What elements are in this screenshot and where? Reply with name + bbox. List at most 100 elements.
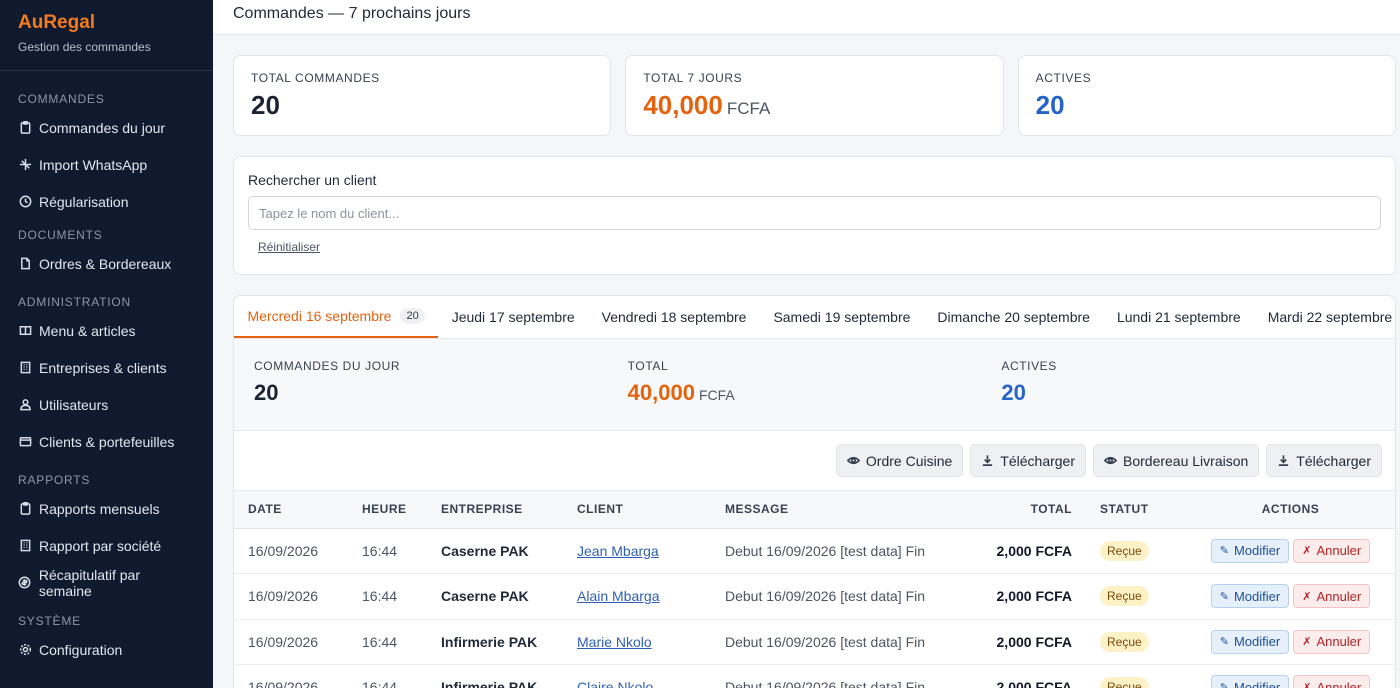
- nav-item-menu-articles[interactable]: Menu & articles: [0, 312, 213, 349]
- row-actions: ✎ Modifier ✗ Annuler: [1200, 629, 1381, 654]
- nav-section-documents: DOCUMENTS: [18, 228, 103, 242]
- modify-button[interactable]: ✎ Modifier: [1210, 675, 1290, 688]
- nav-item-commandes-du-jour[interactable]: Commandes du jour: [0, 109, 213, 146]
- button-label: Annuler: [1316, 543, 1362, 559]
- nav-item-configuration[interactable]: Configuration: [0, 631, 213, 668]
- stat-value: 20: [1035, 90, 1065, 120]
- gear-icon: [18, 643, 32, 657]
- status-badge: Reçue: [1100, 586, 1149, 607]
- eye-icon: [846, 456, 860, 465]
- main-content: Commandes — 7 prochains jours TOTAL COMM…: [213, 0, 1400, 688]
- cell-heure: 16:44: [348, 619, 427, 665]
- stat-label: TOTAL COMMANDES: [251, 71, 380, 85]
- cancel-button[interactable]: ✗ Annuler: [1293, 675, 1371, 688]
- book-icon: [18, 324, 32, 338]
- stat-total-commandes: TOTAL COMMANDES 20: [233, 55, 612, 136]
- recap-icon: [18, 576, 32, 590]
- nav-item-rapport-par-societe[interactable]: Rapport par société: [0, 527, 213, 564]
- document-toolbar: Ordre Cuisine Télécharger Bordereau Livr…: [234, 431, 1395, 491]
- cell-entreprise: Infirmerie PAK: [427, 619, 563, 665]
- status-badge: Reçue: [1100, 631, 1149, 652]
- tab-mardi-22[interactable]: Mardi 22 septembre: [1254, 296, 1395, 338]
- status-badge: Reçue: [1100, 540, 1149, 561]
- tab-mercredi-16[interactable]: Mercredi 16 septembre 20: [234, 296, 439, 338]
- nav-section-administration: ADMINISTRATION: [18, 295, 131, 309]
- count-badge: 20: [400, 308, 425, 324]
- button-label: Annuler: [1316, 588, 1362, 604]
- pencil-icon: ✎: [1219, 636, 1229, 649]
- nav-item-clients-portefeuilles[interactable]: Clients & portefeuilles: [0, 423, 213, 460]
- eye-icon: [1104, 456, 1117, 465]
- cross-icon: ✗: [1302, 636, 1312, 649]
- day-stats: COMMANDES DU JOUR 20 TOTAL 40,000 FCFA AC…: [234, 339, 1395, 431]
- tab-dimanche-20[interactable]: Dimanche 20 septembre: [924, 296, 1104, 338]
- search-label: Rechercher un client: [248, 172, 377, 188]
- modify-button[interactable]: ✎ Modifier: [1210, 538, 1290, 563]
- sidebar: AuRegal Gestion des commandes COMMANDES …: [0, 0, 213, 688]
- tab-samedi-19[interactable]: Samedi 19 septembre: [760, 296, 924, 338]
- nav-item-import-whatsapp[interactable]: Import WhatsApp: [0, 146, 213, 183]
- download-icon: [983, 455, 993, 466]
- nav-item-utilisateurs[interactable]: Utilisateurs: [0, 386, 213, 423]
- col-heure: HEURE: [348, 491, 427, 529]
- stat-value-wrap: 40,000 FCFA: [628, 380, 1002, 406]
- button-label: Télécharger: [1000, 452, 1075, 469]
- cell-total: 2,000 FCFA: [956, 528, 1086, 574]
- telecharger-bordereau-button[interactable]: Télécharger: [1266, 444, 1382, 477]
- reset-link[interactable]: Réinitialiser: [258, 240, 320, 254]
- telecharger-ordre-button[interactable]: Télécharger: [970, 444, 1086, 477]
- cell-date: 16/09/2026: [234, 619, 348, 665]
- nav-item-recapitulatif-semaine[interactable]: Récapitulatif par semaine: [0, 564, 213, 601]
- nav-section-commandes: COMMANDES: [18, 92, 105, 106]
- cancel-button[interactable]: ✗ Annuler: [1293, 538, 1371, 563]
- cancel-button[interactable]: ✗ Annuler: [1293, 629, 1371, 654]
- col-total: TOTAL: [956, 491, 1086, 529]
- cell-message: Debut 16/09/2026 [test data] Fin: [711, 573, 956, 620]
- stat-value: 40,000: [643, 90, 723, 120]
- cell-date: 16/09/2026: [234, 664, 348, 688]
- brand: AuRegal Gestion des commandes: [0, 0, 213, 71]
- tab-vendredi-18[interactable]: Vendredi 18 septembre: [588, 296, 760, 338]
- clock-icon: [18, 195, 32, 209]
- ordre-cuisine-button[interactable]: Ordre Cuisine: [835, 444, 964, 477]
- cell-statut: Reçue: [1086, 664, 1186, 688]
- cell-client: Alain Mbarga: [563, 573, 711, 620]
- stat-value: 40,000: [627, 380, 695, 405]
- cell-client: Jean Mbarga: [563, 528, 711, 574]
- client-search-input[interactable]: [248, 196, 1381, 230]
- bordereau-livraison-button[interactable]: Bordereau Livraison: [1093, 444, 1260, 477]
- document-icon: [18, 257, 32, 271]
- button-label: Annuler: [1316, 634, 1362, 650]
- brand-subtitle: Gestion des commandes: [18, 40, 151, 54]
- users-icon: [18, 398, 32, 412]
- cell-total: 2,000 FCFA: [956, 573, 1086, 620]
- client-link[interactable]: Alain Mbarga: [577, 588, 660, 604]
- nav-item-rapports-mensuels[interactable]: Rapports mensuels: [0, 490, 213, 527]
- nav-item-label: Rapport par société: [39, 537, 162, 554]
- col-entreprise: ENTREPRISE: [427, 491, 563, 529]
- modify-button[interactable]: ✎ Modifier: [1210, 629, 1290, 654]
- modify-button[interactable]: ✎ Modifier: [1210, 584, 1290, 609]
- nav-item-label: Commandes du jour: [39, 119, 166, 136]
- nav-item-regularisation[interactable]: Régularisation: [0, 183, 213, 220]
- cell-entreprise: Caserne PAK: [427, 573, 563, 620]
- stat-actives: ACTIVES 20: [1017, 55, 1396, 136]
- col-date: DATE: [234, 491, 348, 529]
- client-link[interactable]: Marie Nkolo: [577, 634, 652, 650]
- orders-table: DATE HEURE ENTREPRISE CLIENT MESSAGE TOT…: [234, 491, 1395, 688]
- client-link[interactable]: Claire Nkolo: [577, 679, 653, 688]
- nav-item-entreprises-clients[interactable]: Entreprises & clients: [0, 349, 213, 386]
- client-link[interactable]: Jean Mbarga: [577, 543, 659, 559]
- cross-icon: ✗: [1302, 590, 1312, 603]
- table-row: 16/09/2026 16:44 Caserne PAK Jean Mbarga Deb…: [234, 528, 1395, 574]
- cell-entreprise: Caserne PAK: [427, 528, 563, 574]
- tab-lundi-21[interactable]: Lundi 21 septembre: [1103, 296, 1254, 338]
- nav-item-ordres-bordereaux[interactable]: Ordres & Bordereaux: [0, 245, 213, 282]
- import-icon: [18, 158, 32, 172]
- table-body: 16/09/2026 16:44 Caserne PAK Jean Mbarga Deb…: [234, 528, 1395, 688]
- nav-section-rapports: RAPPORTS: [18, 473, 91, 487]
- nav-item-label: Import WhatsApp: [39, 156, 148, 173]
- brand-name: AuRegal: [18, 12, 96, 33]
- tab-jeudi-17[interactable]: Jeudi 17 septembre: [438, 296, 588, 338]
- cancel-button[interactable]: ✗ Annuler: [1293, 584, 1371, 609]
